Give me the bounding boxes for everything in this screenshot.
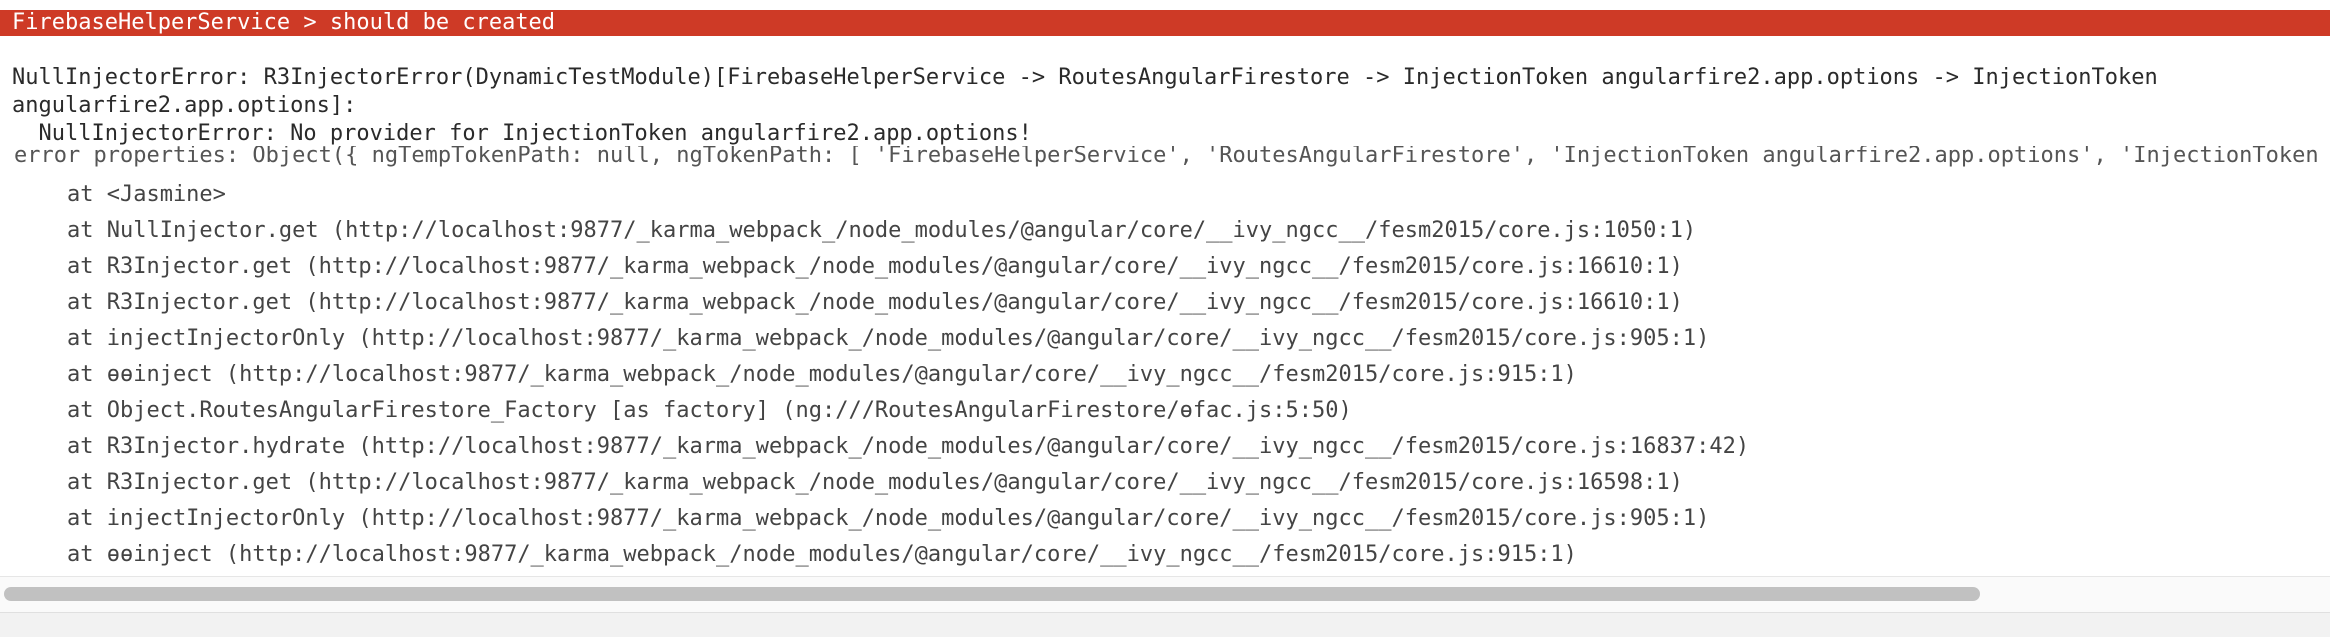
stack-line: at ɵɵinject (http://localhost:9877/_karm… (14, 542, 1577, 567)
stack-line: at R3Injector.get (http://localhost:9877… (14, 254, 1683, 279)
stack-line: at injectInjectorOnly (http://localhost:… (14, 506, 1710, 531)
bottom-panel (0, 612, 2330, 637)
stack-line: at Object.RoutesAngularFirestore_Factory… (14, 398, 1352, 423)
stack-line: at R3Injector.hydrate (http://localhost:… (14, 434, 1750, 459)
error-message: NullInjectorError: R3InjectorError(Dynam… (12, 65, 2158, 146)
stack-line: at injectInjectorOnly (http://localhost:… (14, 326, 1710, 351)
horizontal-scrollbar[interactable] (0, 576, 2330, 613)
scrollbar-thumb[interactable] (4, 587, 1980, 601)
stack-line: at NullInjector.get (http://localhost:98… (14, 218, 1697, 243)
stack-line: at ɵɵinject (http://localhost:9877/_karm… (14, 362, 1577, 387)
stack-line: at <Jasmine> (14, 182, 226, 207)
failed-spec-header[interactable]: FirebaseHelperService > should be create… (0, 10, 2330, 36)
error-properties-line: error properties: Object({ ngTempTokenPa… (14, 146, 2330, 168)
stack-line: at R3Injector.get (http://localhost:9877… (14, 470, 1683, 495)
spec-title[interactable]: FirebaseHelperService > should be create… (12, 10, 555, 35)
stack-line: at R3Injector.get (http://localhost:9877… (14, 290, 1683, 315)
stack-trace: error properties: Object({ ngTempTokenPa… (0, 146, 2330, 574)
